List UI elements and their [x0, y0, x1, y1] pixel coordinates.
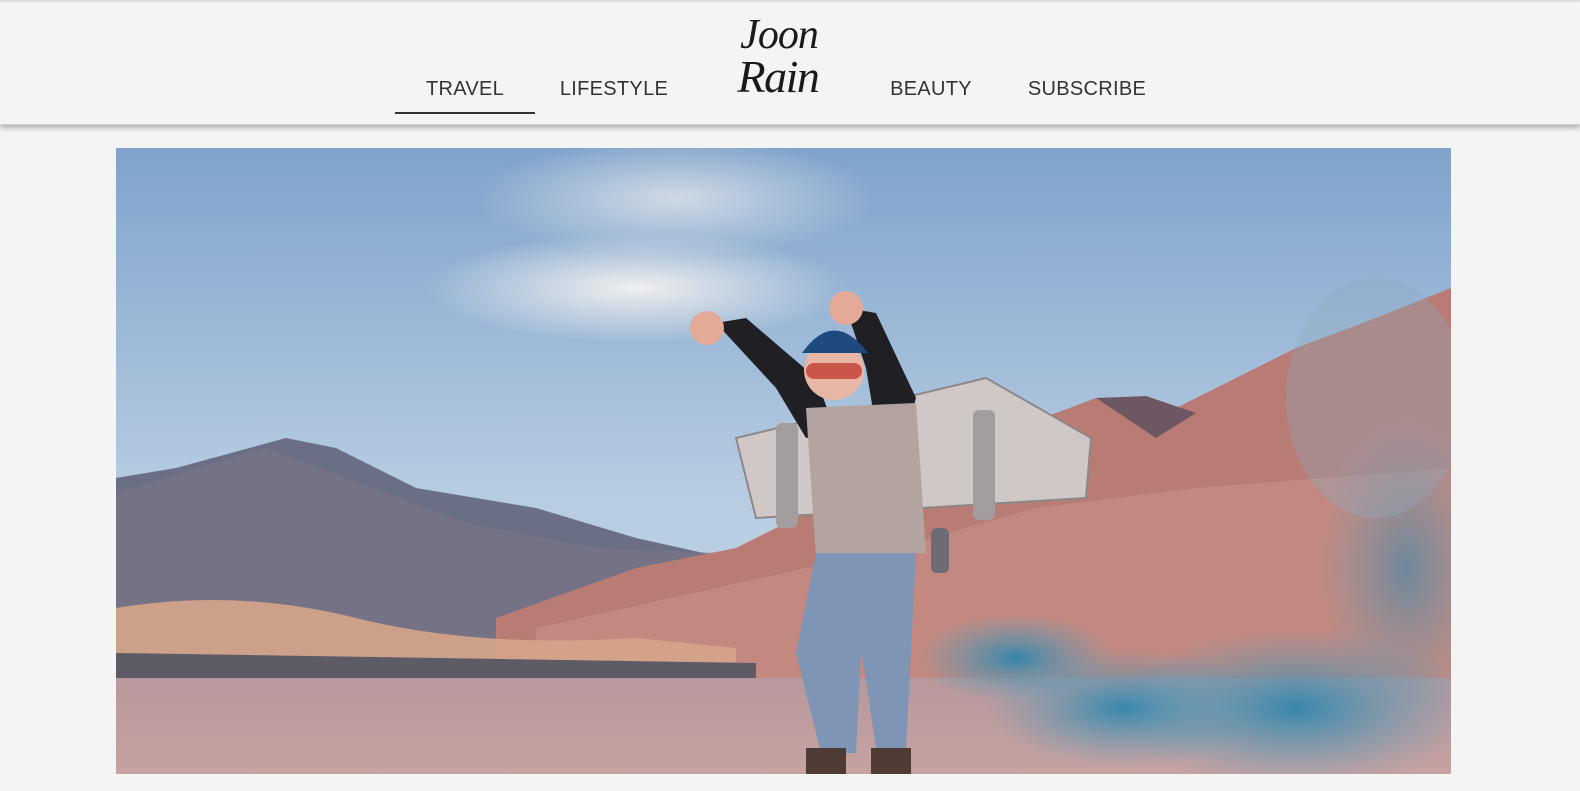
logo-line-1: Joon: [740, 12, 819, 58]
shirt: [806, 403, 926, 558]
right-fist: [829, 291, 863, 325]
page-bottom: [0, 774, 1580, 791]
goggles: [806, 363, 862, 379]
nav-item-subscribe[interactable]: SUBSCRIBE: [1022, 74, 1152, 114]
hero-image: [116, 148, 1451, 774]
left-fist: [690, 311, 724, 345]
site-header: TRAVEL LIFESTYLE Joon Rain BEAUTY SUBSCR…: [0, 2, 1580, 125]
hero-illustration: [116, 148, 1451, 774]
logo-line-2: Rain: [737, 51, 820, 102]
site-logo[interactable]: Joon Rain: [730, 14, 826, 106]
nav-item-beauty[interactable]: BEAUTY: [880, 74, 982, 114]
nav-item-lifestyle[interactable]: LIFESTYLE: [556, 74, 672, 114]
nav-item-travel[interactable]: TRAVEL: [395, 74, 535, 114]
jetpack-nozzle: [931, 528, 949, 573]
